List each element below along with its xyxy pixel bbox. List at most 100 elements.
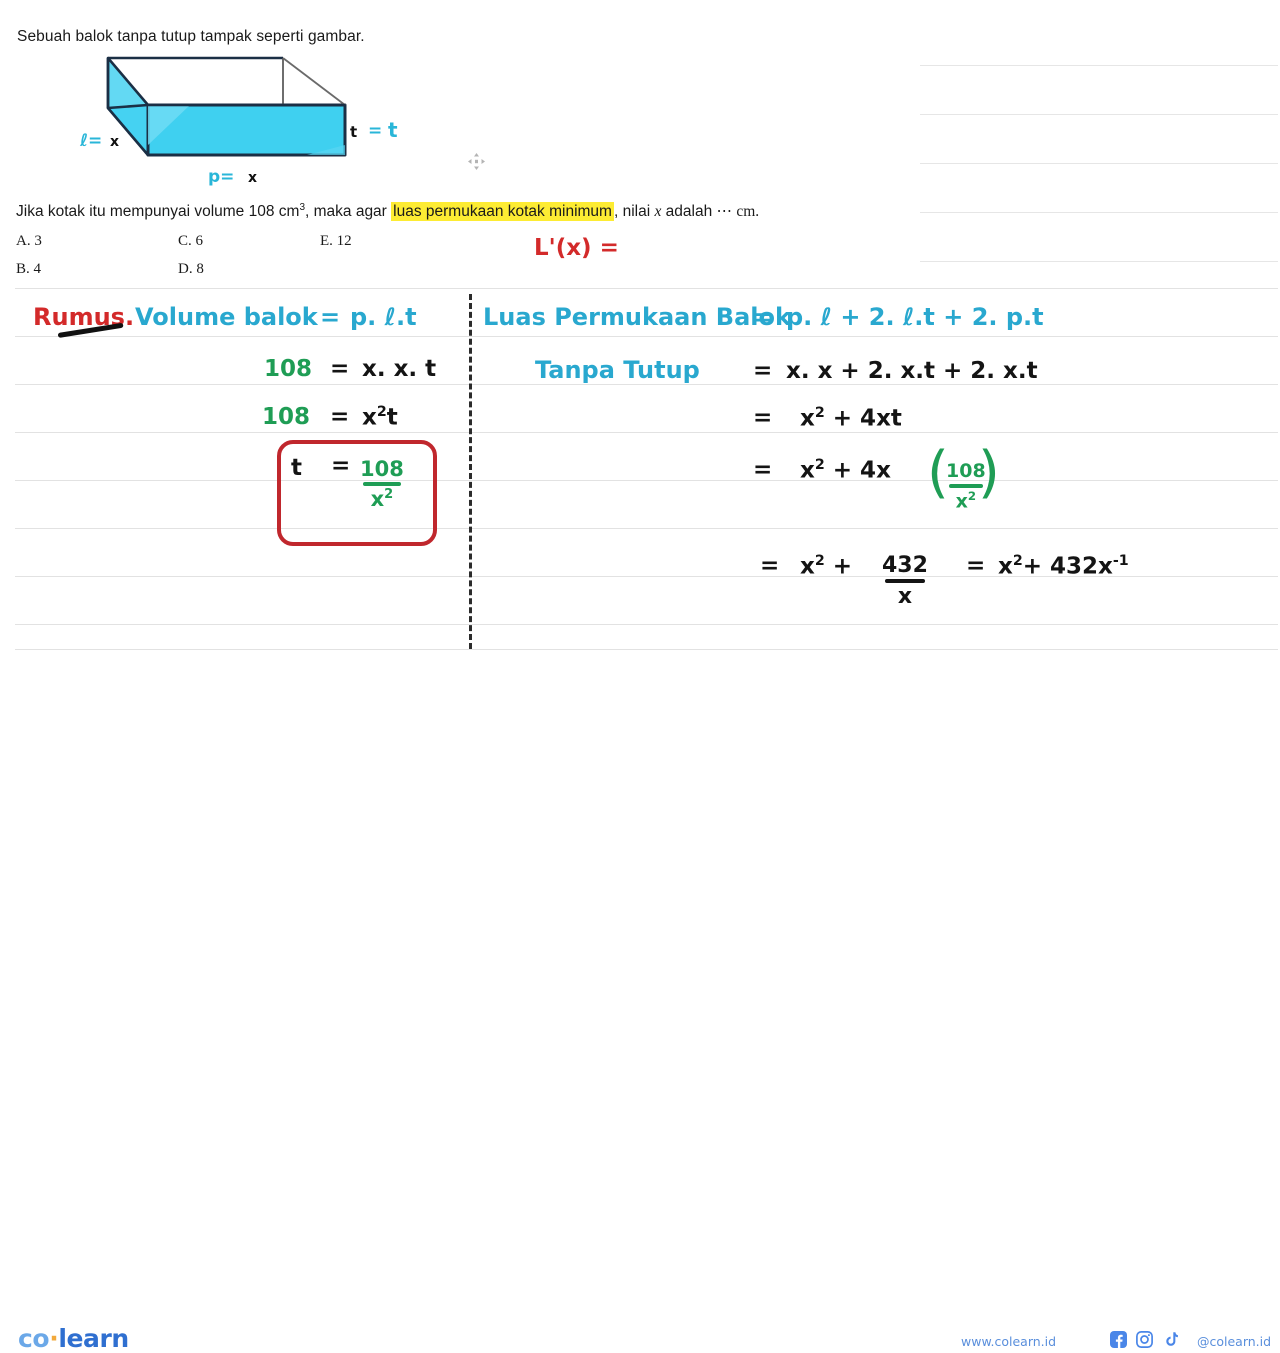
work-left-row4-numerator: 108: [360, 457, 404, 481]
work-left-row4-fraction: 108 x2: [360, 458, 404, 510]
rule-line: [15, 480, 1278, 481]
work-left-row3-base: x: [362, 404, 377, 431]
page-footer: co·learn www.colearn.id @colearn.id: [0, 650, 1280, 1353]
work-right-row5-base: x: [800, 553, 815, 580]
figure-label-height-value: t: [388, 118, 398, 142]
work-right-row5-plus: +: [832, 553, 853, 580]
rule-line: [920, 163, 1278, 164]
column-divider: [469, 294, 472, 649]
option-e[interactable]: E. 12: [320, 233, 352, 250]
work-right-row4-mid: + 4x: [832, 457, 891, 484]
work-left-heading-volume: Volume balok: [135, 303, 318, 331]
work-left-row3-exponent: 2: [376, 404, 387, 420]
work-right-row4-paren-close: ): [978, 440, 1000, 505]
figure-label-width-value: x: [248, 170, 258, 186]
logo-co: co: [18, 1324, 50, 1353]
figure-label-height: t: [350, 123, 358, 141]
question-highlight: luas permukaan kotak minimum: [391, 202, 614, 222]
work-right-title-rhs2: x. x + 2. x.t + 2. x.t: [786, 358, 1038, 384]
work-left-row2-rhs: x. x. t: [362, 356, 437, 382]
figure-label-height-eq: =: [368, 121, 383, 141]
move-cursor-icon: [468, 153, 485, 170]
work-right-title-eq2: =: [753, 358, 773, 384]
rule-line: [15, 288, 1278, 289]
box-svg: [106, 56, 347, 157]
figure-label-length: ℓ=: [80, 131, 103, 151]
question-body-post-b: adalah: [661, 203, 713, 221]
option-c[interactable]: C. 6: [178, 233, 203, 250]
work-right-row5-left: x2 +: [800, 553, 852, 580]
work-right-row4-den-base: x: [955, 490, 968, 513]
work-right-row4-exponent: 2: [814, 457, 825, 473]
option-a[interactable]: A. 3: [16, 233, 42, 250]
rule-line: [15, 624, 1278, 625]
work-left-row4-den-exponent: 2: [384, 487, 394, 503]
work-left-eq1-sign: =: [320, 303, 341, 331]
figure-label-length-value: x: [110, 134, 120, 150]
rule-line: [15, 336, 1278, 337]
work-right-row5-b-tail: + 432x: [1022, 553, 1113, 580]
work-left-row4-lhs: t: [291, 455, 302, 481]
work-right-row3: x2 + 4xt: [800, 405, 902, 432]
work-right-row4-sign: =: [753, 457, 773, 483]
work-left-row2-lhs: 108: [264, 356, 313, 382]
tiktok-icon[interactable]: [1163, 1331, 1180, 1348]
work-right-row5-fraction: 432 x: [882, 554, 928, 608]
question-ellipsis: ⋯: [716, 203, 733, 221]
question-unit: cm.: [736, 203, 760, 221]
work-right-title-line1: Luas Permukaan Balok: [483, 303, 791, 331]
work-right-row4-base: x: [800, 457, 815, 484]
work-right-row5-sign2: =: [966, 553, 986, 579]
work-right-row5-b-exponent: 2: [1012, 553, 1023, 569]
work-left-row3-tail: t: [386, 404, 398, 431]
footer-website[interactable]: www.colearn.id: [961, 1334, 1056, 1349]
question-body-post-a: , nilai: [613, 203, 655, 221]
work-right-row3-tail: + 4xt: [832, 405, 902, 432]
derivative-annotation: L'(x) =: [534, 235, 619, 261]
work-left-row3-lhs: 108: [262, 404, 311, 430]
work-left-row3-rhs: x2t: [362, 404, 398, 431]
question-body: Jika kotak itu mempunyai volume 108 cm3,…: [16, 202, 760, 222]
rule-line: [920, 65, 1278, 66]
question-title: Sebuah balok tanpa tutup tampak seperti …: [17, 28, 365, 45]
work-left-eq1-rhs: p. ℓ.t: [350, 303, 417, 331]
work-right-row5-right: x2+ 432x-1: [998, 553, 1129, 580]
logo-learn: learn: [58, 1324, 129, 1353]
rule-line: [920, 114, 1278, 115]
logo-dot: ·: [49, 1324, 59, 1353]
work-right-title-line2: Tanpa Tutup: [535, 356, 700, 384]
facebook-icon[interactable]: [1110, 1331, 1127, 1348]
rule-line: [15, 528, 1278, 529]
rule-line: [15, 432, 1278, 433]
instagram-icon[interactable]: [1136, 1331, 1153, 1348]
work-right-title-eq1: =: [752, 303, 773, 331]
work-right-row3-exponent: 2: [814, 405, 825, 421]
work-right-row4-den-exponent: 2: [967, 488, 977, 503]
work-left-row4-den-base: x: [370, 487, 385, 512]
rule-line: [15, 384, 1278, 385]
work-right-row3-base: x: [800, 405, 815, 432]
figure-label-width: p=: [208, 167, 235, 187]
work-left-row3-sign: =: [330, 404, 350, 430]
box-figure: [95, 48, 395, 168]
question-body-mid: , maka agar: [305, 203, 392, 221]
work-right-row5-exponent: 2: [814, 553, 825, 569]
worksheet-page: Sebuah balok tanpa tutup tampak seperti …: [0, 0, 1280, 1353]
question-body-pre: Jika kotak itu mempunyai volume 108 cm: [16, 203, 300, 221]
work-right-row5-denominator: x: [897, 584, 913, 610]
work-left-row2-sign: =: [330, 356, 350, 382]
rule-line: [920, 261, 1278, 262]
work-right-row5-numerator: 432: [882, 553, 928, 578]
footer-handle[interactable]: @colearn.id: [1197, 1334, 1271, 1349]
work-right-title-rhs1: p. ℓ + 2. ℓ.t + 2. p.t: [786, 303, 1044, 331]
work-right-row5-sign: =: [760, 553, 780, 579]
work-right-row5-b-exponent2: -1: [1112, 553, 1129, 569]
option-d[interactable]: D. 8: [178, 261, 204, 278]
option-b[interactable]: B. 4: [16, 261, 41, 278]
work-right-row5-b-base: x: [998, 553, 1013, 580]
rule-line: [920, 212, 1278, 213]
work-left-row4-sign: =: [331, 453, 351, 479]
work-right-row3-sign: =: [753, 405, 773, 431]
work-left-row4-denominator: x2: [360, 488, 404, 510]
work-right-row4-left: x2 + 4x: [800, 457, 891, 484]
